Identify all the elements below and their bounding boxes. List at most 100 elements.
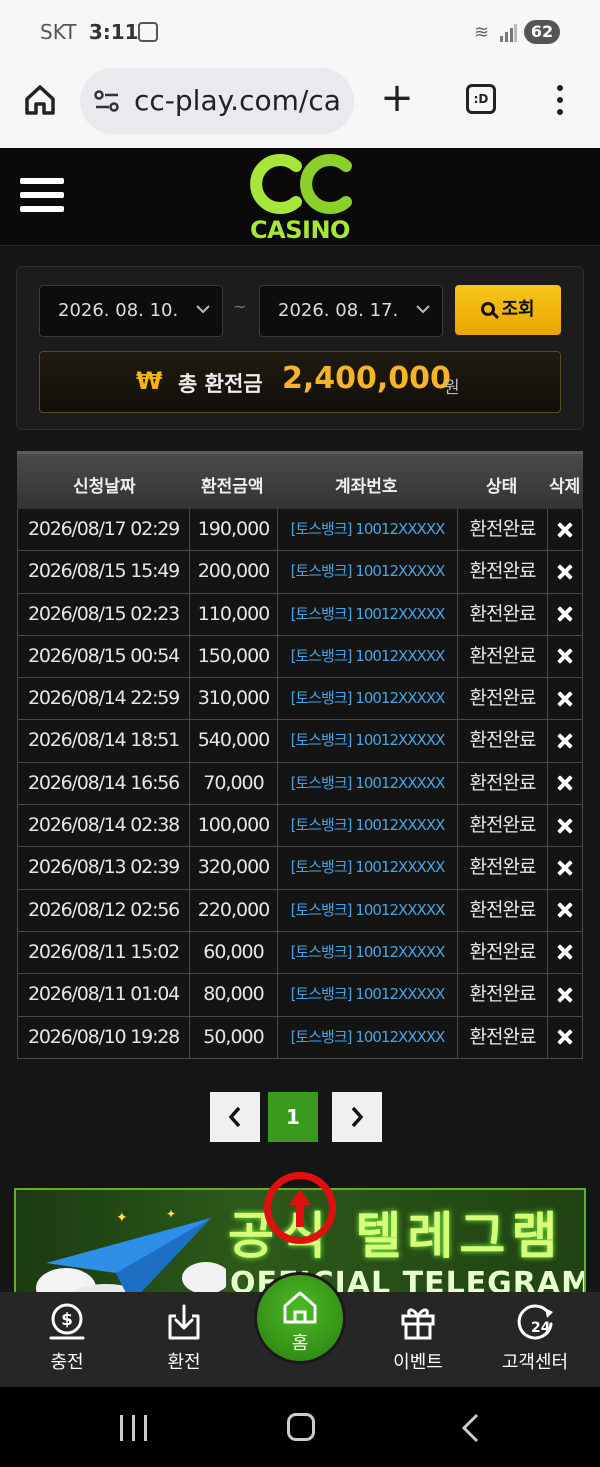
wifi-icon: ≋ (474, 22, 490, 43)
search-panel: 2026. 08. 10. ~ 2026. 08. 17. 조회 ₩ 총 환전금… (16, 266, 584, 430)
delete-button[interactable] (547, 1016, 583, 1058)
cell-date: 2026/08/11 15:02 (17, 931, 189, 974)
search-button-label: 조회 (501, 299, 535, 320)
cell-account[interactable]: [토스뱅크] 10012XXXXX (277, 635, 457, 678)
site-settings-icon[interactable] (94, 90, 120, 112)
delete-button[interactable] (547, 551, 583, 593)
delete-button[interactable] (547, 805, 583, 847)
cell-date: 2026/08/15 15:49 (17, 551, 189, 593)
url-text[interactable]: cc-play.com/ca (134, 84, 344, 117)
end-date-value: 2026. 08. 17. (278, 300, 399, 321)
nav-event-label: 이벤트 (393, 1352, 443, 1373)
back-icon[interactable] (460, 1413, 482, 1443)
cell-amount: 50,000 (189, 1016, 277, 1058)
cell-account[interactable]: [토스뱅크] 10012XXXXX (277, 509, 457, 551)
cell-amount: 100,000 (189, 805, 277, 847)
table-row: 2026/08/14 16:56 70,000 [토스뱅크] 10012XXXXX 환… (17, 762, 583, 806)
nav-support-label: 고객센터 (501, 1352, 569, 1373)
next-page-button[interactable] (332, 1092, 382, 1142)
cell-date: 2026/08/11 01:04 (17, 974, 189, 1016)
battery-indicator: 62 (524, 20, 560, 44)
table-row: 2026/08/11 01:04 80,000 [토스뱅크] 10012XXXXX 환… (17, 974, 583, 1017)
screenshot-icon (138, 22, 158, 42)
nav-home[interactable]: 홈 (254, 1272, 346, 1364)
delete-button[interactable] (547, 974, 583, 1016)
nav-charge[interactable]: $ 충전 (17, 1302, 117, 1382)
total-label: 총 환전금 (178, 372, 263, 396)
close-icon (558, 988, 572, 1002)
cell-status: 환전완료 (457, 1016, 547, 1058)
cell-account[interactable]: [토스뱅크] 10012XXXXX (277, 931, 457, 974)
cell-status: 환전완료 (457, 678, 547, 720)
chevron-down-icon (416, 305, 430, 314)
nav-event[interactable]: 이벤트 (368, 1302, 468, 1382)
cell-status: 환전완료 (457, 635, 547, 678)
delete-button[interactable] (547, 931, 583, 974)
site-logo[interactable]: CASINO (244, 152, 356, 244)
delete-button[interactable] (547, 847, 583, 889)
cell-account[interactable]: [토스뱅크] 10012XXXXX (277, 1016, 457, 1058)
page-button-current[interactable]: 1 (268, 1092, 318, 1142)
cell-status: 환전완료 (457, 593, 547, 635)
cell-date: 2026/08/15 00:54 (17, 635, 189, 678)
cell-account[interactable]: [토스뱅크] 10012XXXXX (277, 551, 457, 593)
cell-date: 2026/08/10 19:28 (17, 1016, 189, 1058)
table-row: 2026/08/15 02:23 110,000 [토스뱅크] 10012XXXXX… (17, 593, 583, 636)
nav-support[interactable]: 24 고객센터 (485, 1302, 585, 1382)
system-home-icon[interactable] (287, 1413, 315, 1441)
svg-text:✦: ✦ (116, 1210, 128, 1226)
home-icon (283, 1291, 317, 1324)
table-header: 신청날짜 환전금액 계좌번호 상태 삭제 (17, 451, 583, 509)
close-icon (558, 734, 572, 748)
end-date-select[interactable]: 2026. 08. 17. (259, 285, 443, 337)
delete-button[interactable] (547, 509, 583, 551)
cell-account[interactable]: [토스뱅크] 10012XXXXX (277, 678, 457, 720)
hamburger-menu-icon[interactable] (20, 178, 64, 216)
delete-button[interactable] (547, 678, 583, 720)
cell-status: 환전완료 (457, 931, 547, 974)
cell-account[interactable]: [토스뱅크] 10012XXXXX (277, 889, 457, 931)
tab-switcher-button[interactable]: :D (466, 84, 496, 114)
cell-account[interactable]: [토스뱅크] 10012XXXXX (277, 974, 457, 1016)
delete-button[interactable] (547, 720, 583, 762)
start-date-select[interactable]: 2026. 08. 10. (39, 285, 223, 337)
delete-button[interactable] (547, 635, 583, 678)
delete-button[interactable] (547, 762, 583, 805)
delete-button[interactable] (547, 593, 583, 635)
start-date-value: 2026. 08. 10. (58, 300, 179, 321)
cell-date: 2026/08/12 02:56 (17, 889, 189, 931)
new-tab-icon[interactable]: + (380, 78, 414, 118)
carrier-time: SKT 3:11 (40, 20, 139, 44)
close-icon (558, 1030, 572, 1044)
bottom-navigation: $ 충전 환전 홈 이벤트 24 고객센터 (0, 1272, 600, 1387)
cell-account[interactable]: [토스뱅크] 10012XXXXX (277, 720, 457, 762)
nav-exchange-label: 환전 (167, 1352, 201, 1373)
nav-exchange[interactable]: 환전 (134, 1302, 234, 1382)
total-amount: 2,400,000 (282, 361, 451, 396)
delete-button[interactable] (547, 889, 583, 931)
close-icon (558, 649, 572, 663)
prev-page-button[interactable] (210, 1092, 260, 1142)
browser-menu-icon[interactable] (548, 82, 572, 118)
browser-toolbar: cc-play.com/ca + :D (0, 64, 600, 148)
cell-status: 환전완료 (457, 889, 547, 931)
cell-account[interactable]: [토스뱅크] 10012XXXXX (277, 593, 457, 635)
cell-status: 환전완료 (457, 974, 547, 1016)
cell-amount: 110,000 (189, 593, 277, 635)
cell-account[interactable]: [토스뱅크] 10012XXXXX (277, 847, 457, 889)
browser-home-icon[interactable] (22, 82, 58, 118)
cell-account[interactable]: [토스뱅크] 10012XXXXX (277, 805, 457, 847)
site-header: CASINO (0, 148, 600, 246)
exchange-history-table: 신청날짜 환전금액 계좌번호 상태 삭제 2026/08/17 02:29 190… (17, 451, 583, 1059)
cell-account[interactable]: [토스뱅크] 10012XXXXX (277, 762, 457, 805)
header-status: 상태 (486, 477, 518, 497)
search-button[interactable]: 조회 (455, 285, 561, 335)
table-row: 2026/08/15 00:54 150,000 [토스뱅크] 10012XXXXX… (17, 635, 583, 679)
nav-home-label: 홈 (291, 1333, 309, 1354)
address-bar[interactable]: cc-play.com/ca (80, 68, 354, 134)
recents-icon[interactable] (120, 1415, 148, 1441)
scroll-to-top-button[interactable] (264, 1172, 336, 1244)
table-row: 2026/08/15 15:49 200,000 [토스뱅크] 10012XXXXX… (17, 551, 583, 594)
cell-status: 환전완료 (457, 805, 547, 847)
cell-amount: 60,000 (189, 931, 277, 974)
